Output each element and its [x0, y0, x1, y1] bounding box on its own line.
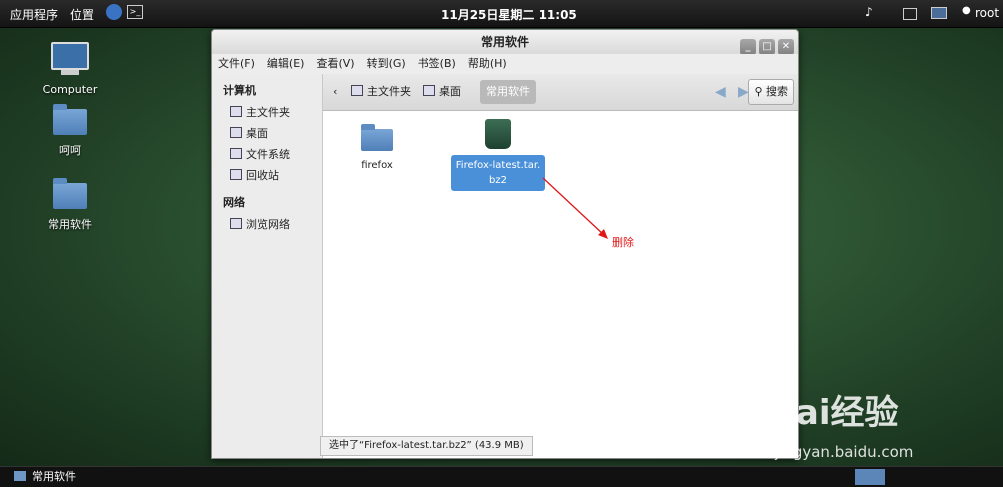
folder-icon — [14, 471, 26, 481]
maximize-button[interactable]: □ — [759, 39, 775, 55]
annotation-arrow — [542, 177, 608, 239]
sidebar-item-label: 回收站 — [246, 169, 279, 182]
watermark-brand: Bai经验 — [770, 393, 899, 433]
home-folder-icon — [351, 85, 363, 96]
workspace-switcher[interactable] — [855, 469, 885, 485]
folder-icon — [53, 178, 87, 209]
network-icon[interactable] — [931, 7, 947, 19]
sidebar-heading-network: 网络 — [223, 196, 245, 209]
menu-edit[interactable]: 编辑(E) — [261, 54, 311, 74]
menu-file[interactable]: 文件(F) — [212, 54, 261, 74]
sidebar-item-filesystem[interactable]: 文件系统 — [212, 144, 322, 165]
file-item-archive[interactable]: Firefox-latest.tar.bz2 — [451, 119, 545, 191]
sidebar-item-label: 桌面 — [246, 127, 268, 140]
network-icon — [230, 218, 242, 229]
trash-icon — [230, 169, 242, 180]
archive-icon — [485, 119, 511, 149]
filesystem-icon — [230, 148, 242, 159]
folder-icon — [361, 124, 393, 151]
desktop-folder-software[interactable]: 常用软件 — [30, 178, 110, 232]
user-menu[interactable]: root — [975, 6, 999, 20]
annotation-label: 删除 — [612, 236, 634, 249]
sidebar-item-label: 文件系统 — [246, 148, 290, 161]
menubar: 文件(F) 编辑(E) 查看(V) 转到(G) 书签(B) 帮助(H) — [212, 54, 798, 74]
window-titlebar[interactable]: 常用软件 _ □ ✕ — [212, 30, 798, 55]
back-arrow-icon[interactable]: ◀ — [715, 84, 726, 100]
file-label: Firefox-latest.tar.bz2 — [451, 155, 545, 191]
applications-menu[interactable]: 应用程序 — [10, 6, 58, 23]
desktop-icon — [230, 127, 242, 138]
back-chevron-icon[interactable]: ‹ — [329, 80, 341, 104]
desktop-icon — [423, 85, 435, 96]
breadcrumb-desktop[interactable]: 桌面 — [419, 80, 465, 104]
sidebar: 计算机 主文件夹 桌面 文件系统 回收站 网络 浏览网络 — [212, 74, 323, 458]
terminal-icon[interactable]: >_ — [127, 5, 143, 19]
forward-arrow-icon[interactable]: ▶ — [738, 84, 749, 100]
breadcrumb-home[interactable]: 主文件夹 — [347, 80, 415, 104]
volume-icon[interactable]: ♪ — [865, 5, 873, 19]
sidebar-item-desktop[interactable]: 桌面 — [212, 123, 322, 144]
menu-go[interactable]: 转到(G) — [361, 54, 412, 74]
sidebar-item-home[interactable]: 主文件夹 — [212, 102, 322, 123]
search-label: 搜索 — [766, 85, 788, 98]
location-toolbar: ‹ 主文件夹 桌面 常用软件 ◀ ▶ ⚲ 搜索 — [323, 74, 798, 111]
sidebar-item-trash[interactable]: 回收站 — [212, 165, 322, 186]
status-bar: 选中了“Firefox-latest.tar.bz2” (43.9 MB) — [320, 436, 533, 456]
menu-help[interactable]: 帮助(H) — [462, 54, 513, 74]
desktop-icon-label: Computer — [42, 83, 98, 96]
sidebar-heading-computer: 计算机 — [223, 84, 256, 97]
breadcrumb-label: 主文件夹 — [367, 85, 411, 98]
folder-icon — [53, 104, 87, 135]
top-panel: 应用程序 位置 >_ 11月25日星期二 11:05 ♪ ● root — [0, 0, 1003, 28]
close-button[interactable]: ✕ — [778, 39, 794, 55]
minimize-button[interactable]: _ — [740, 39, 756, 55]
file-view[interactable]: firefox Firefox-latest.tar.bz2 — [323, 111, 798, 458]
taskbar-item-software[interactable]: 常用软件 — [14, 469, 76, 485]
keyboard-icon[interactable] — [903, 8, 917, 20]
desktop-icon-label: 呵呵 — [59, 144, 81, 157]
search-button[interactable]: ⚲ 搜索 — [748, 79, 794, 105]
desktop-computer[interactable]: Computer — [30, 42, 110, 96]
file-manager-window: 常用软件 _ □ ✕ 文件(F) 编辑(E) 查看(V) 转到(G) 书签(B) 帮助(H) … — [211, 29, 799, 459]
file-item-firefox[interactable]: firefox — [361, 123, 393, 171]
computer-icon — [51, 42, 89, 75]
taskbar-label: 常用软件 — [32, 470, 76, 483]
home-folder-icon — [230, 106, 242, 117]
places-menu[interactable]: 位置 — [70, 6, 94, 23]
bottom-panel: 常用软件 — [0, 466, 1003, 487]
clock[interactable]: 11月25日星期二 11:05 — [441, 6, 577, 23]
menu-view[interactable]: 查看(V) — [310, 54, 360, 74]
browser-icon[interactable] — [106, 4, 122, 20]
sidebar-item-label: 浏览网络 — [246, 218, 290, 231]
search-icon: ⚲ — [754, 85, 763, 98]
menu-bookmarks[interactable]: 书签(B) — [412, 54, 462, 74]
file-label: firefox — [361, 160, 393, 171]
desktop-icon-label: 常用软件 — [48, 218, 92, 231]
watermark-url: jingyan.baidu.com — [775, 443, 914, 461]
user-icon: ● — [962, 5, 971, 16]
breadcrumb-current[interactable]: 常用软件 — [480, 80, 536, 104]
sidebar-item-label: 主文件夹 — [246, 106, 290, 119]
breadcrumb-label: 桌面 — [439, 85, 461, 98]
window-title: 常用软件 — [480, 35, 529, 49]
desktop-folder-hehe[interactable]: 呵呵 — [30, 104, 110, 158]
sidebar-item-browse-network[interactable]: 浏览网络 — [212, 214, 322, 235]
